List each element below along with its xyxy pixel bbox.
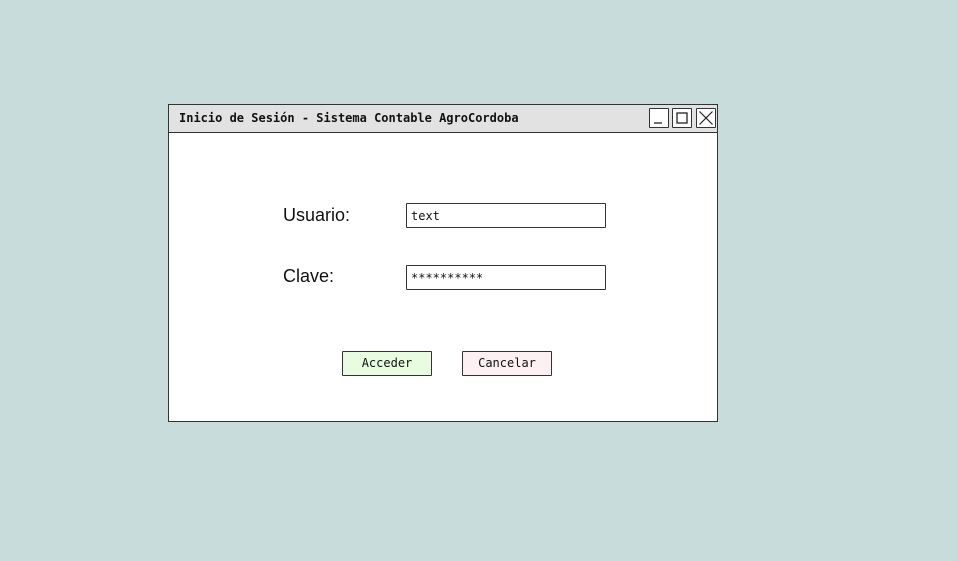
minimize-button[interactable] bbox=[649, 108, 669, 128]
close-button[interactable] bbox=[696, 108, 716, 128]
cancel-button[interactable]: Cancelar bbox=[462, 351, 552, 376]
window-title: Inicio de Sesión - Sistema Contable Agro… bbox=[179, 111, 519, 125]
login-window: Inicio de Sesión - Sistema Contable Agro… bbox=[168, 104, 718, 422]
password-label: Clave: bbox=[283, 266, 335, 286]
accept-button[interactable]: Acceder bbox=[342, 351, 432, 376]
title-bar[interactable]: Inicio de Sesión - Sistema Contable Agro… bbox=[169, 105, 717, 133]
password-input[interactable] bbox=[406, 265, 606, 290]
username-label: Usuario: bbox=[283, 205, 351, 225]
maximize-button[interactable] bbox=[672, 108, 692, 128]
username-input[interactable] bbox=[406, 203, 606, 228]
